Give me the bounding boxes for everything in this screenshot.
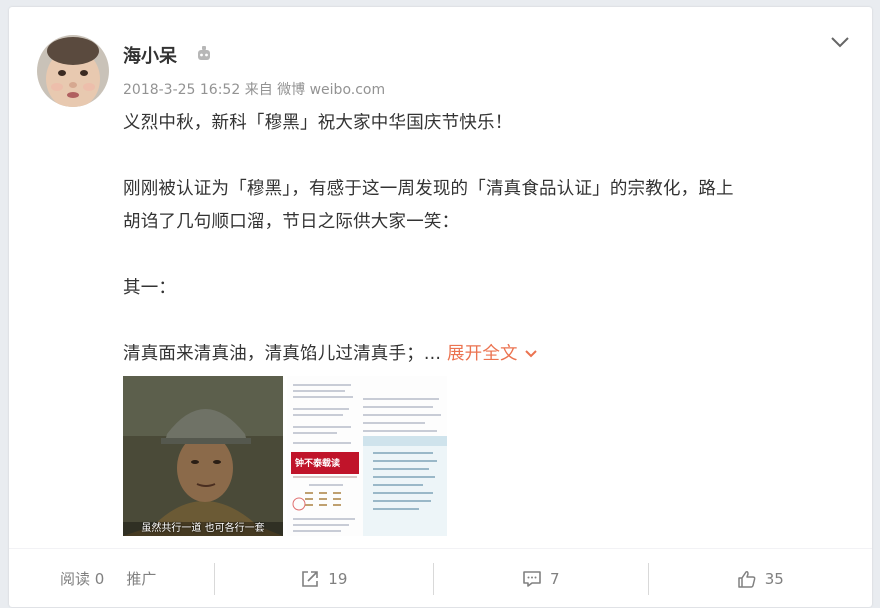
like-icon — [737, 570, 756, 588]
comment-count: 7 — [550, 569, 560, 588]
post-action-bar: 阅读 0 推广 19 7 35 — [9, 548, 872, 608]
source-prefix: 来自 — [244, 82, 273, 98]
share-button[interactable]: 19 — [213, 562, 433, 595]
share-icon — [302, 570, 319, 587]
like-button[interactable]: 35 — [647, 562, 872, 595]
image-banner-text: 钟不泰载读 — [295, 459, 341, 469]
post-meta: 2018-3-25 16:52 来自 微博 weibo.com — [123, 79, 385, 99]
chevron-down-icon[interactable] — [829, 33, 851, 51]
post-image-2[interactable]: 钟不泰载读 — [287, 376, 447, 536]
promote-button[interactable]: 推广 — [126, 568, 156, 589]
post-source[interactable]: 微博 weibo.com — [277, 82, 385, 98]
views-count: 阅读 0 — [60, 570, 105, 588]
text-line: 清真面来清真油，清真馅儿过清真手；... — [123, 344, 442, 364]
text-line-last: 清真面来清真油，清真馅儿过清真手；... 展开全文 — [123, 338, 843, 371]
post-image-1[interactable]: 虽然共行一道 也可各行一套 — [123, 376, 283, 536]
chevron-down-icon — [525, 350, 537, 358]
weibo-post-card: 海小呆 2018-3-25 16:52 来自 微博 weibo.com 义烈中秋… — [9, 7, 872, 607]
image-caption: 虽然共行一道 也可各行一套 — [141, 523, 265, 534]
like-count: 35 — [764, 569, 784, 588]
post-text: 义烈中秋，新科「穆黑」祝大家中华国庆节快乐！ 刚刚被认证为「穆黑」，有感于这一周… — [123, 107, 843, 371]
text-line: 其一： — [123, 278, 177, 298]
comment-button[interactable]: 7 — [433, 562, 647, 595]
avatar[interactable] — [37, 35, 109, 107]
text-line: 义烈中秋，新科「穆黑」祝大家中华国庆节快乐！ — [123, 113, 513, 133]
comment-icon — [523, 570, 541, 587]
author-name[interactable]: 海小呆 — [123, 42, 177, 68]
post-timestamp[interactable]: 2018-3-25 16:52 — [123, 82, 240, 98]
expand-label[interactable]: 展开全文 — [447, 344, 518, 364]
post-stats: 阅读 0 推广 — [9, 563, 214, 595]
vip-badge-icon — [198, 46, 210, 60]
expand-full-text-link[interactable]: 展开全文 — [447, 344, 538, 364]
text-line: 刚刚被认证为「穆黑」，有感于这一周发现的「清真食品认证」的宗教化，路上 — [123, 179, 734, 199]
share-count: 19 — [328, 569, 348, 588]
text-line: 胡诌了几句顺口溜，节日之际供大家一笑： — [123, 212, 460, 232]
